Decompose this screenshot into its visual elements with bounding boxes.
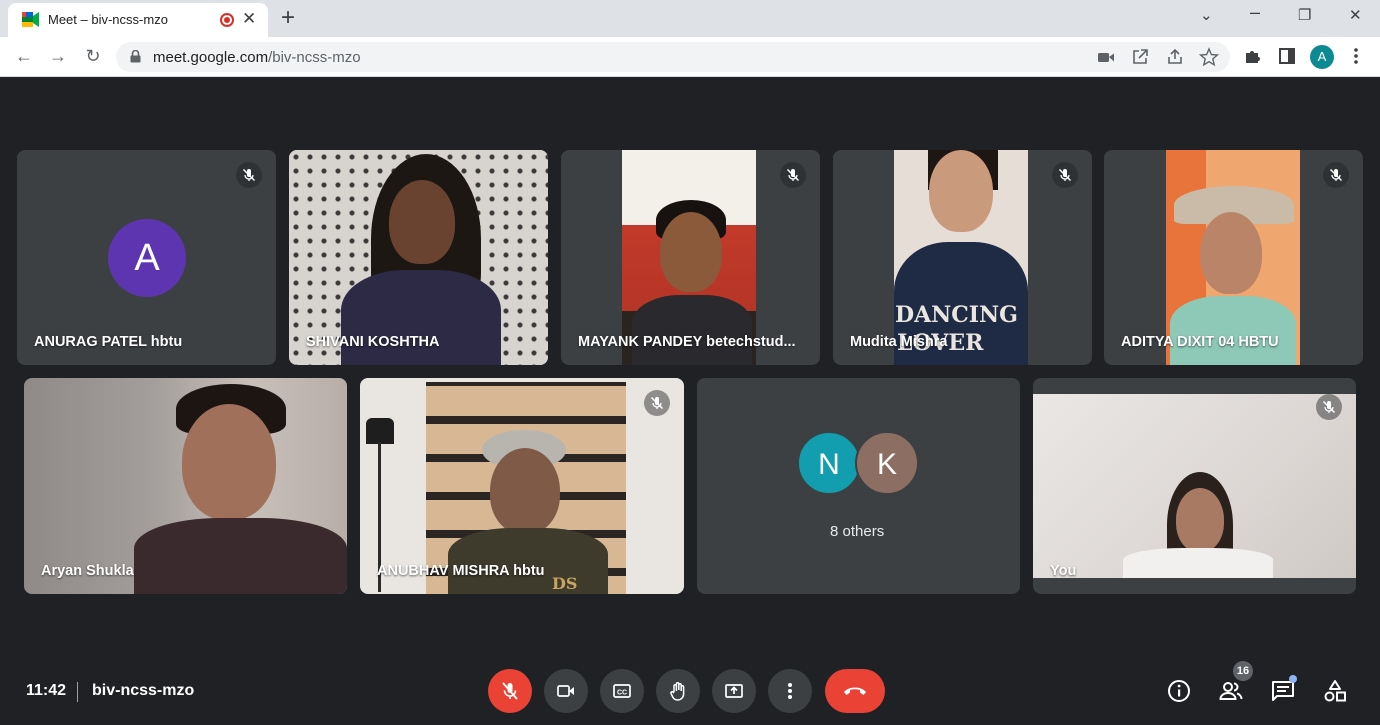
forward-icon[interactable]: → <box>46 44 70 68</box>
shirt-text: DANCING <box>895 302 1018 328</box>
videocam-icon <box>557 685 574 697</box>
minimize-window-icon[interactable]: – <box>1250 2 1260 23</box>
tab-close-icon[interactable]: ✕ <box>242 8 256 30</box>
call-end-icon <box>844 687 866 695</box>
people-icon[interactable] <box>1218 678 1244 704</box>
google-meet-icon <box>22 12 39 27</box>
participant-name: ANUBHAV MISHRA hbtu <box>377 563 545 579</box>
url-host: meet.google.com <box>153 49 269 66</box>
camera-in-use-icon[interactable] <box>1096 47 1116 67</box>
person-head <box>389 180 455 264</box>
close-window-icon[interactable]: ✕ <box>1349 6 1362 24</box>
muted-mic-icon <box>1323 162 1349 188</box>
muted-mic-icon <box>780 162 806 188</box>
reload-icon[interactable]: ↻ <box>81 44 105 68</box>
more-options-button[interactable] <box>768 669 812 713</box>
avatar: N <box>797 431 861 495</box>
meeting-code: biv-ncss-mzo <box>92 682 195 699</box>
raise-hand-button[interactable] <box>656 669 700 713</box>
muted-mic-icon <box>236 162 262 188</box>
meeting-info-icon[interactable] <box>1166 678 1192 704</box>
meeting-time: 11:42 <box>26 682 67 699</box>
person-body <box>134 518 347 594</box>
person-head <box>490 448 560 534</box>
avatar: A <box>108 219 186 297</box>
participant-tile-others[interactable]: N K 8 others <box>697 378 1020 594</box>
participant-tile-mayank[interactable]: MAYANK PANDEY betechstud... <box>561 150 820 365</box>
participant-name: Mudita Mishra <box>850 334 948 350</box>
participant-name: You <box>1050 563 1077 579</box>
url-text: meet.google.com/biv-ncss-mzo <box>153 49 361 66</box>
participant-tile-self[interactable]: You <box>1033 378 1356 594</box>
share-icon[interactable] <box>1165 47 1185 67</box>
participant-tile-anubhav[interactable]: DS ANUBHAV MISHRA hbtu <box>360 378 684 594</box>
address-bar[interactable]: meet.google.com/biv-ncss-mzo <box>116 42 1230 72</box>
muted-mic-icon <box>644 390 670 416</box>
browser-toolbar: ← → ↻ meet.google.com/biv-ncss-mzo A <box>0 37 1380 77</box>
present-screen-button[interactable] <box>712 669 756 713</box>
tab-title: Meet – biv-ncss-mzo <box>48 12 168 27</box>
person-body <box>632 295 752 365</box>
browser-tab-strip: Meet – biv-ncss-mzo ✕ + ⌄ – ❐ ✕ <box>0 0 1380 37</box>
browser-tab-meet[interactable]: Meet – biv-ncss-mzo ✕ <box>8 3 268 37</box>
url-path: /biv-ncss-mzo <box>268 49 361 66</box>
recording-indicator-icon <box>220 13 234 27</box>
camera-toggle-button[interactable] <box>544 669 588 713</box>
lock-icon <box>130 50 141 63</box>
divider <box>77 682 78 702</box>
browser-menu-icon[interactable] <box>1346 46 1366 66</box>
participant-name: SHIVANI KOSHTHA <box>306 334 440 350</box>
lamp <box>366 418 394 444</box>
shirt-text: DS <box>552 574 578 593</box>
participant-tile-aryan[interactable]: Aryan Shukla <box>24 378 347 594</box>
new-tab-button[interactable]: + <box>281 4 295 32</box>
meet-stage: A ANURAG PATEL hbtu SHIVANI KOSHTHA MAYA… <box>0 78 1380 725</box>
profile-avatar[interactable]: A <box>1310 45 1334 69</box>
side-panel-icon[interactable] <box>1277 46 1297 66</box>
participant-tile-mudita[interactable]: DANCING LOVER Mudita Mishra <box>833 150 1092 365</box>
muted-mic-icon <box>1316 394 1342 420</box>
chat-unread-dot <box>1289 675 1297 683</box>
closed-captions-icon: CC <box>613 684 631 698</box>
muted-mic-icon <box>1052 162 1078 188</box>
present-to-all-icon <box>725 684 743 698</box>
microphone-toggle-button[interactable] <box>488 669 532 713</box>
person-body <box>1170 296 1296 365</box>
avatar: K <box>855 431 919 495</box>
leave-call-button[interactable] <box>825 669 885 713</box>
svg-text:CC: CC <box>617 690 627 697</box>
person-body <box>1123 548 1273 578</box>
hand-icon <box>670 682 685 701</box>
participant-name: ANURAG PATEL hbtu <box>34 334 183 350</box>
participant-tile-shivani[interactable]: SHIVANI KOSHTHA <box>289 150 548 365</box>
participant-count-badge: 16 <box>1233 661 1253 681</box>
mic-off-icon <box>502 682 518 700</box>
restore-window-icon[interactable]: ❐ <box>1298 6 1311 24</box>
participant-name: Aryan Shukla <box>41 563 134 579</box>
person-head <box>1200 212 1262 294</box>
open-in-new-icon[interactable] <box>1130 47 1150 67</box>
person-head <box>1176 488 1224 552</box>
person-body <box>448 528 608 594</box>
person-head <box>660 212 722 292</box>
participant-name: ADITYA DIXIT 04 HBTU <box>1121 334 1279 350</box>
bookmark-star-icon[interactable] <box>1199 47 1219 67</box>
others-count-label: 8 others <box>830 523 885 540</box>
participant-tile-anurag[interactable]: A ANURAG PATEL hbtu <box>17 150 276 365</box>
person-body <box>341 270 501 365</box>
person-head <box>929 150 993 232</box>
back-icon[interactable]: ← <box>12 44 36 68</box>
activities-icon[interactable] <box>1322 678 1348 704</box>
extensions-puzzle-icon[interactable] <box>1243 46 1263 66</box>
participant-name: MAYANK PANDEY betechstud... <box>578 334 796 350</box>
person-head <box>182 404 276 520</box>
participant-tile-aditya[interactable]: ADITYA DIXIT 04 HBTU <box>1104 150 1363 365</box>
more-vert-icon <box>788 683 792 699</box>
tab-search-icon[interactable]: ⌄ <box>1200 6 1213 24</box>
captions-button[interactable]: CC <box>600 669 644 713</box>
